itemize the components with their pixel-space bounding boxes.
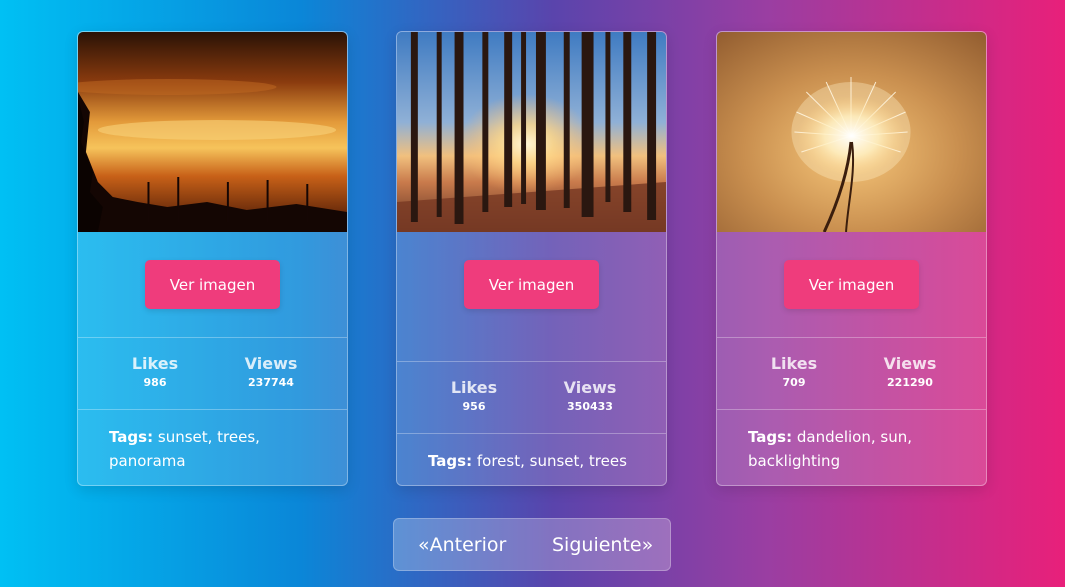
dandelion-sun-image	[717, 32, 986, 232]
views-value: 350433	[567, 400, 613, 413]
views-value: 237744	[248, 376, 294, 389]
view-image-button[interactable]: Ver imagen	[145, 260, 280, 309]
image-card: Ver imagen Likes 956 Views 350433 Tags: …	[396, 31, 667, 486]
likes-value: 709	[782, 376, 806, 389]
divider	[78, 337, 347, 338]
likes-stat: Likes 956	[419, 378, 529, 415]
views-label: Views	[883, 354, 937, 373]
tags-label: Tags:	[109, 428, 154, 446]
likes-stat: Likes 709	[739, 354, 849, 391]
sunset-trees-image	[78, 32, 347, 232]
pagination: «Anterior Siguiente»	[393, 518, 671, 571]
likes-value: 986	[143, 376, 167, 389]
tags: Tags: forest, sunset, trees	[428, 449, 640, 473]
divider	[397, 433, 666, 434]
divider	[78, 409, 347, 410]
likes-stat: Likes 986	[100, 354, 210, 391]
views-stat: Views 237744	[216, 354, 326, 391]
likes-label: Likes	[770, 354, 818, 373]
previous-page-button[interactable]: «Anterior	[418, 533, 506, 557]
next-page-button[interactable]: Siguiente»	[552, 533, 653, 557]
divider	[717, 409, 986, 410]
views-stat: Views 350433	[535, 378, 645, 415]
tags: Tags: sunset, trees, panorama	[109, 425, 321, 473]
likes-label: Likes	[131, 354, 179, 373]
likes-value: 956	[462, 400, 486, 413]
views-label: Views	[244, 354, 298, 373]
forest-sunset-image	[397, 32, 666, 232]
tags-value: forest, sunset, trees	[476, 452, 627, 470]
image-card: Ver imagen Likes 986 Views 237744 Tags: …	[77, 31, 348, 486]
views-value: 221290	[887, 376, 933, 389]
divider	[397, 361, 666, 362]
view-image-button[interactable]: Ver imagen	[784, 260, 919, 309]
tags-label: Tags:	[748, 428, 793, 446]
image-card: Ver imagen Likes 709 Views 221290 Tags: …	[716, 31, 987, 486]
tags: Tags: dandelion, sun, backlighting	[748, 425, 960, 473]
tags-label: Tags:	[428, 452, 473, 470]
likes-label: Likes	[450, 378, 498, 397]
view-image-button[interactable]: Ver imagen	[464, 260, 599, 309]
divider	[717, 337, 986, 338]
views-label: Views	[563, 378, 617, 397]
views-stat: Views 221290	[855, 354, 965, 391]
